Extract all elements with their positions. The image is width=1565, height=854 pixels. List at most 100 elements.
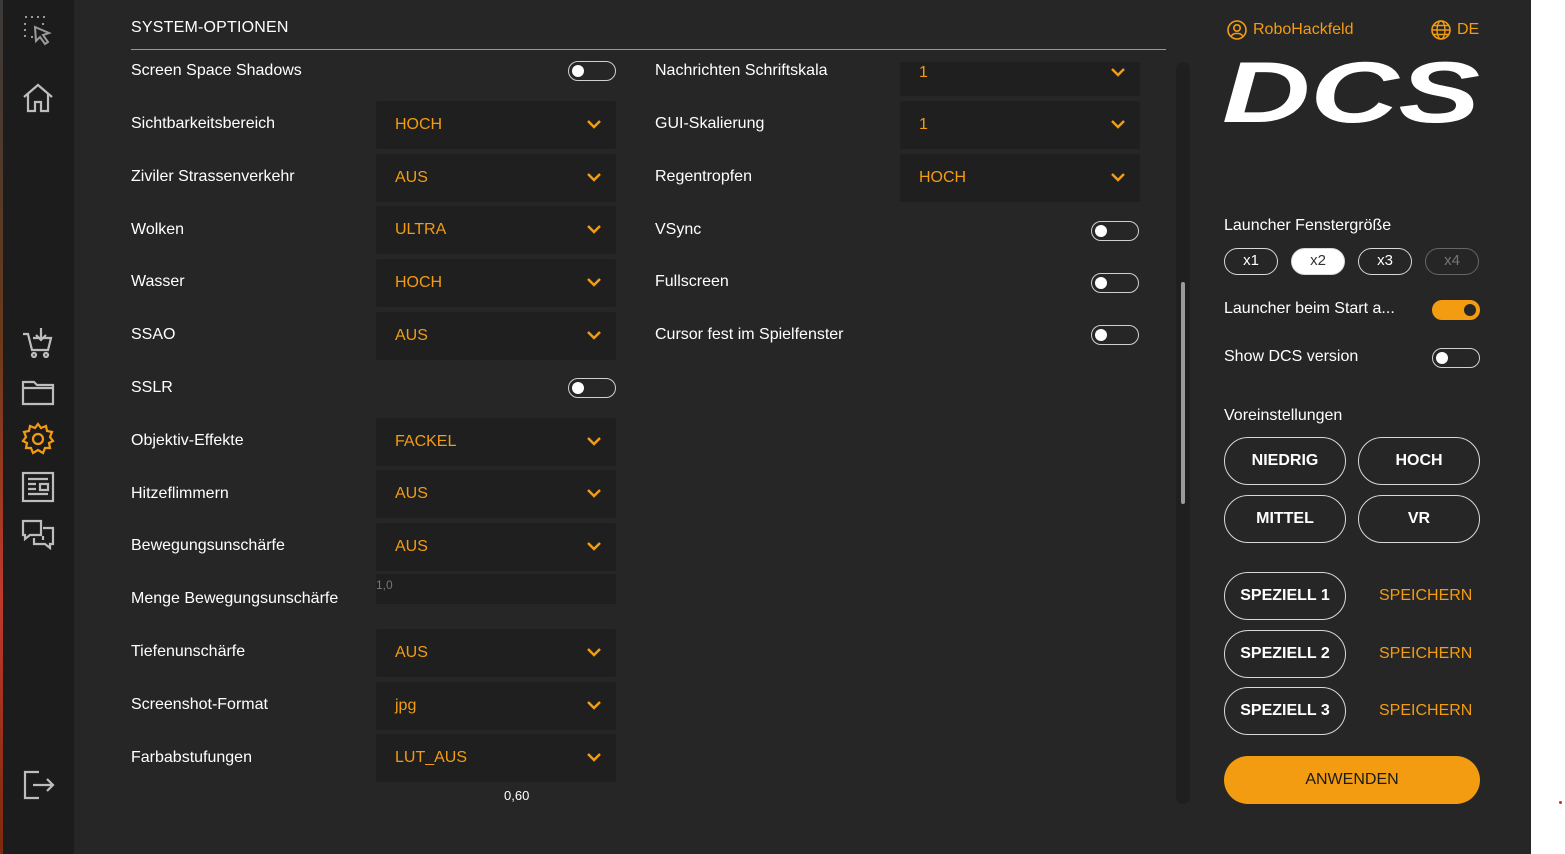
chevron-down-icon	[587, 278, 601, 287]
window-size-x3-button[interactable]: x3	[1358, 248, 1412, 275]
setting-label: Nachrichten Schriftskala	[655, 62, 828, 79]
preset-medium-button[interactable]: MITTEL	[1224, 495, 1346, 543]
setting-label: SSAO	[131, 326, 176, 343]
setting-label: SSLR	[131, 379, 173, 396]
select-value: ULTRA	[395, 221, 447, 238]
setting-label: Menge Bewegungsunschärfe	[131, 590, 339, 607]
setting-label: Hitzeflimmern	[131, 485, 229, 502]
civil-traffic-select[interactable]: AUS	[376, 154, 616, 202]
clipped-label	[131, 800, 341, 804]
chevron-down-icon	[1111, 173, 1125, 182]
dcs-logo: DCS	[1222, 56, 1480, 132]
depth-of-field-select[interactable]: AUS	[376, 629, 616, 677]
save-preset-3-button[interactable]: SPEICHERN	[1379, 702, 1472, 720]
ssao-select[interactable]: AUS	[376, 312, 616, 360]
cursor-dot	[1559, 801, 1562, 804]
show-version-toggle[interactable]	[1432, 348, 1480, 368]
setting-label: Objektiv-Effekte	[131, 432, 244, 449]
preset-high-button[interactable]: HOCH	[1358, 437, 1480, 485]
save-preset-2-button[interactable]: SPEICHERN	[1379, 645, 1472, 663]
custom-preset-3-button[interactable]: SPEZIELL 3	[1224, 687, 1346, 735]
visibility-range-select[interactable]: HOCH	[376, 101, 616, 149]
cursor-lock-toggle[interactable]	[1091, 325, 1139, 345]
select-value: 1	[919, 64, 928, 81]
news-icon[interactable]	[20, 469, 56, 505]
motion-blur-amount-slider[interactable]: 1,0	[376, 574, 616, 604]
vsync-toggle[interactable]	[1091, 221, 1139, 241]
setting-label: Bewegungsunschärfe	[131, 537, 285, 554]
preset-low-button[interactable]: NIEDRIG	[1224, 437, 1346, 485]
sslr-toggle[interactable]	[568, 378, 616, 398]
setting-label: Screen Space Shadows	[131, 62, 302, 79]
logout-icon[interactable]	[20, 767, 56, 803]
message-font-scale-select[interactable]: 1	[900, 62, 1140, 96]
setting-label: Fullscreen	[655, 273, 729, 290]
launcher-start-label: Launcher beim Start a...	[1224, 300, 1395, 317]
settings-gear-icon[interactable]	[20, 421, 56, 457]
chevron-down-icon	[587, 648, 601, 657]
select-value: AUS	[395, 538, 428, 555]
language-selector[interactable]: DE	[1431, 20, 1479, 40]
apply-button[interactable]: ANWENDEN	[1224, 756, 1480, 804]
screenshot-format-select[interactable]: jpg	[376, 682, 616, 730]
chevron-down-icon	[1111, 120, 1125, 129]
color-grading-select[interactable]: LUT_AUS	[376, 734, 616, 782]
setting-label: Screenshot-Format	[131, 696, 268, 713]
setting-label: Cursor fest im Spielfenster	[655, 326, 844, 343]
section-title: SYSTEM-OPTIONEN	[131, 19, 289, 36]
user-menu[interactable]: RoboHackfeld	[1227, 20, 1354, 40]
save-preset-1-button[interactable]: SPEICHERN	[1379, 587, 1472, 605]
select-value: AUS	[395, 644, 428, 661]
water-select[interactable]: HOCH	[376, 259, 616, 307]
section-divider	[131, 49, 1166, 50]
slider-value: 1,0	[376, 578, 393, 592]
setting-label: Sichtbarkeitsbereich	[131, 115, 276, 132]
sidebar	[3, 0, 74, 854]
presets-label: Voreinstellungen	[1224, 407, 1343, 424]
home-icon[interactable]	[20, 80, 56, 116]
chevron-down-icon	[587, 437, 601, 446]
fullscreen-toggle[interactable]	[1091, 273, 1139, 293]
select-value: FACKEL	[395, 433, 457, 450]
setting-label: GUI-Skalierung	[655, 115, 765, 132]
preset-vr-button[interactable]: VR	[1358, 495, 1480, 543]
chevron-down-icon	[587, 225, 601, 234]
chat-icon[interactable]	[20, 517, 56, 553]
username: RoboHackfeld	[1253, 21, 1354, 38]
language-code: DE	[1457, 21, 1480, 38]
select-value: AUS	[395, 485, 428, 502]
folder-icon[interactable]	[20, 374, 56, 410]
lens-effects-select[interactable]: FACKEL	[376, 418, 616, 466]
chevron-down-icon	[587, 753, 601, 762]
select-value: AUS	[395, 169, 428, 186]
chevron-down-icon	[587, 120, 601, 129]
chevron-down-icon	[587, 701, 601, 710]
screen-space-shadows-toggle[interactable]	[568, 61, 616, 81]
launcher-start-toggle[interactable]	[1432, 300, 1480, 320]
window-size-x2-button[interactable]: x2	[1291, 248, 1345, 275]
window-size-x4-button[interactable]: x4	[1425, 248, 1479, 275]
select-value: HOCH	[395, 274, 443, 291]
raindrops-select[interactable]: HOCH	[900, 154, 1140, 202]
chevron-down-icon	[587, 173, 601, 182]
shop-cart-icon[interactable]	[20, 325, 56, 361]
chevron-down-icon	[1111, 68, 1125, 77]
window-size-label: Launcher Fenstergröße	[1224, 217, 1392, 234]
window-size-x1-button[interactable]: x1	[1224, 248, 1278, 275]
motion-blur-select[interactable]: AUS	[376, 523, 616, 571]
heat-blur-select[interactable]: AUS	[376, 470, 616, 518]
clouds-select[interactable]: ULTRA	[376, 206, 616, 254]
launcher-window: SYSTEM-OPTIONEN Screen Space Shadows Sic…	[0, 0, 1531, 854]
scrollbar-thumb[interactable]	[1181, 282, 1185, 504]
select-value: HOCH	[395, 116, 443, 133]
logo-text: DCS	[1222, 56, 1480, 132]
custom-preset-1-button[interactable]: SPEZIELL 1	[1224, 572, 1346, 620]
select-area-icon[interactable]	[20, 12, 56, 48]
custom-preset-2-button[interactable]: SPEZIELL 2	[1224, 630, 1346, 678]
setting-label: Wolken	[131, 221, 185, 238]
select-value: AUS	[395, 327, 428, 344]
gui-scale-select[interactable]: 1	[900, 101, 1140, 149]
setting-label: VSync	[655, 221, 702, 238]
chevron-down-icon	[587, 489, 601, 498]
show-version-label: Show DCS version	[1224, 348, 1359, 365]
